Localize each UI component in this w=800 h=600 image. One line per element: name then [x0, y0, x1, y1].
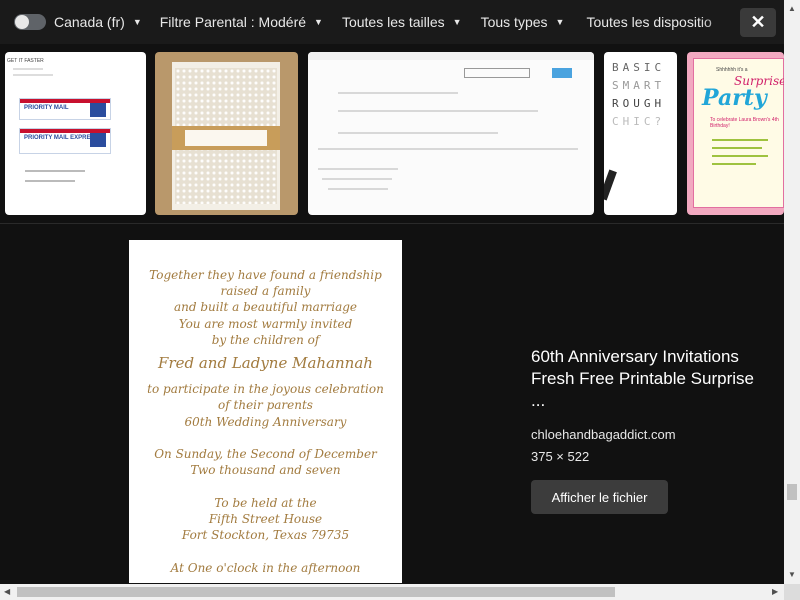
- text-line: [322, 178, 392, 180]
- horizontal-scroll-thumb[interactable]: [17, 587, 615, 597]
- poster-word: ROUGH: [612, 97, 666, 110]
- thumbnail-party-invitation[interactable]: Shhhhhh it's a Surprise Party To celebra…: [687, 52, 784, 215]
- horizontal-scrollbar[interactable]: ◀ ▶: [0, 584, 784, 600]
- invitation-text: Party: [702, 85, 767, 111]
- text-line: [338, 110, 538, 112]
- text-line: [338, 132, 498, 134]
- blue-button: [552, 68, 572, 78]
- text-line: [318, 148, 578, 150]
- thumbnail-typography[interactable]: BASIC SMART ROUGH CHIC?: [604, 52, 677, 215]
- chevron-down-icon: ▼: [314, 17, 323, 27]
- filter-parental[interactable]: Filtre Parental : Modéré ▼: [160, 14, 323, 30]
- filter-layout[interactable]: Toutes les dispositio: [586, 14, 711, 30]
- image-preview[interactable]: Together they have found a friendship ra…: [129, 240, 402, 583]
- phone-image: [604, 169, 617, 201]
- label-badge: [90, 103, 106, 117]
- shipping-label: PRIORITY MAIL: [19, 98, 111, 120]
- image-source-link[interactable]: chloehandbagaddict.com: [531, 427, 676, 442]
- filter-bar: Canada (fr) ▼ Filtre Parental : Modéré ▼…: [0, 0, 784, 44]
- invitation-card: Shhhhhh it's a Surprise Party To celebra…: [693, 58, 784, 208]
- scroll-down-icon[interactable]: ▼: [788, 570, 796, 579]
- text-line: [318, 168, 398, 170]
- text-line: [13, 68, 43, 70]
- thumbnail-shipping-labels[interactable]: GET IT FASTER PRIORITY MAIL PRIORITY MAI…: [5, 52, 146, 215]
- filter-size[interactable]: Toutes les tailles ▼: [342, 14, 462, 30]
- chevron-down-icon: ▼: [452, 17, 462, 27]
- invitation-line: Fort Stockton, Texas 79735: [181, 528, 350, 542]
- filter-label: Tous types: [480, 14, 548, 30]
- text-line: [712, 163, 756, 165]
- input-box: [464, 68, 530, 78]
- region-selector[interactable]: Canada (fr): [54, 14, 125, 30]
- safe-search-toggle[interactable]: [14, 14, 46, 30]
- text-line: [712, 155, 768, 157]
- filter-label: Toutes les tailles: [341, 14, 445, 30]
- invitation-line: Together they have found a friendship: [149, 268, 382, 282]
- vertical-scroll-thumb[interactable]: [787, 484, 797, 500]
- text-line: [13, 74, 53, 76]
- shipping-label: PRIORITY MAIL EXPRESS: [19, 128, 111, 154]
- related-images-strip: GET IT FASTER PRIORITY MAIL PRIORITY MAI…: [0, 44, 784, 224]
- scroll-left-icon[interactable]: ◀: [4, 587, 10, 596]
- scroll-right-icon[interactable]: ▶: [772, 587, 778, 596]
- close-button[interactable]: ✕: [740, 8, 776, 37]
- toolbar: [308, 52, 594, 60]
- poster-word: CHIC?: [612, 115, 666, 128]
- text-line: [712, 139, 768, 141]
- vertical-scrollbar[interactable]: ▲ ▼: [784, 0, 800, 584]
- poster-word: SMART: [612, 79, 666, 92]
- view-file-button[interactable]: Afficher le fichier: [531, 480, 668, 514]
- invitation-names: Fred and Ladyne Mahannah: [158, 354, 373, 372]
- filter-type[interactable]: Tous types ▼: [481, 14, 565, 30]
- toggle-knob: [15, 15, 29, 29]
- invitation-line: Fifth Street House: [208, 512, 323, 526]
- text-line: [328, 188, 388, 190]
- invitation-text: Shhhhhh it's a: [716, 67, 748, 73]
- poster-word: BASIC: [612, 61, 666, 74]
- invitation-line: by the children of: [211, 333, 320, 347]
- invitation-line: raised a family: [220, 284, 311, 298]
- invitation-line: To be held at the: [214, 496, 317, 510]
- invitation-text: To celebrate Laura Brown's 4th Birthday!: [710, 117, 779, 129]
- image-info-panel: 60th Anniversary Invitations Fresh Free …: [531, 346, 771, 464]
- invitation-line: On Sunday, the Second of December: [154, 447, 377, 461]
- invitation-line: to participate in the joyous celebration: [147, 382, 384, 396]
- invitation-line: Two thousand and seven: [190, 463, 341, 477]
- name-tag: [185, 130, 267, 146]
- invitation-line: and built a beautiful marriage: [174, 300, 357, 314]
- filter-label: Toutes les dispositio: [586, 14, 712, 30]
- invitation-line: You are most warmly invited: [178, 317, 353, 331]
- thumbnail-code-screenshot[interactable]: [308, 52, 594, 215]
- scroll-up-icon[interactable]: ▲: [788, 4, 796, 13]
- invitation-line: At One o'clock in the afternoon: [170, 561, 361, 575]
- chevron-down-icon[interactable]: ▼: [133, 17, 142, 27]
- text-line: [712, 147, 762, 149]
- image-dimensions: 375 × 522: [531, 449, 590, 464]
- invitation-line: of their parents: [218, 398, 313, 412]
- label-text: PRIORITY MAIL: [24, 105, 69, 111]
- text-line: [25, 180, 75, 182]
- close-icon: ✕: [750, 12, 766, 32]
- image-title[interactable]: 60th Anniversary Invitations Fresh Free …: [531, 346, 771, 412]
- thumbnail-lace-invitation[interactable]: [155, 52, 298, 215]
- thumbnail-header-text: GET IT FASTER: [7, 58, 44, 64]
- text-line: [25, 170, 85, 172]
- filter-bar-fade: [700, 0, 740, 44]
- invitation-line: 60th Wedding Anniversary: [184, 415, 347, 429]
- text-line: [338, 92, 458, 94]
- filter-label: Filtre Parental : Modéré: [159, 14, 307, 30]
- scrollbar-corner: [784, 584, 800, 600]
- label-text: PRIORITY MAIL EXPRESS: [24, 135, 99, 141]
- label-badge: [90, 133, 106, 147]
- chevron-down-icon: ▼: [555, 17, 565, 27]
